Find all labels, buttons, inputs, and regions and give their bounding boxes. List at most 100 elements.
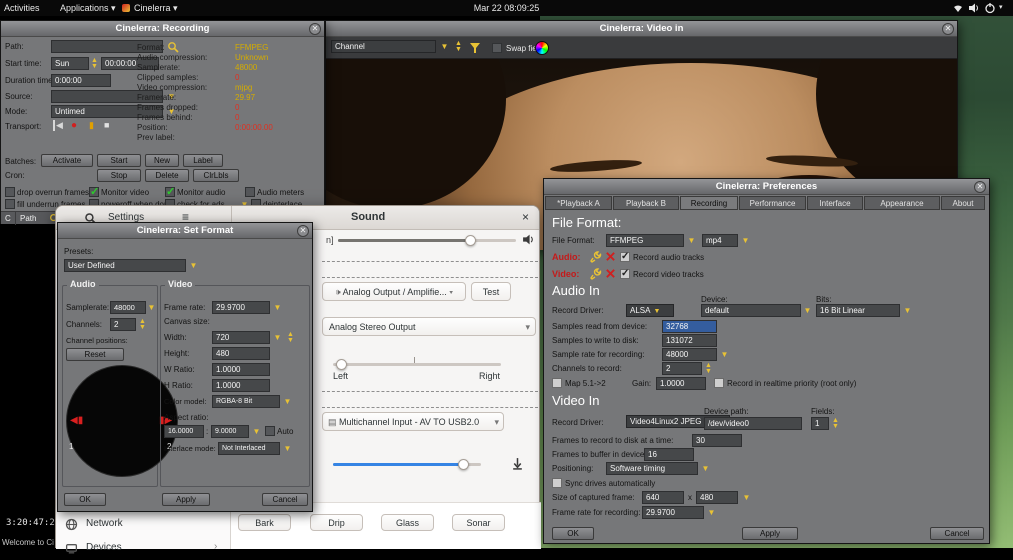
preferences-close-icon[interactable]: ✕ — [974, 181, 986, 193]
alert-sound-drip-button[interactable]: Drip — [310, 514, 363, 531]
bits-down-arrow-icon[interactable]: ▼ — [902, 304, 913, 317]
positioning-input[interactable]: Software timing — [606, 462, 698, 475]
color-wheel-icon[interactable] — [535, 41, 549, 55]
test-speakers-button[interactable]: Test — [471, 282, 511, 301]
start-day-stepper-icon[interactable]: ▲▼ — [90, 58, 99, 70]
tab-about[interactable]: About — [941, 196, 985, 210]
aspect-w-input[interactable]: 16.0000 — [164, 425, 204, 438]
samplerate-down-arrow-icon[interactable]: ▼ — [719, 348, 730, 361]
channel-stepper-icon[interactable]: ▲▼ — [454, 41, 463, 53]
apply-button[interactable]: Apply — [162, 493, 210, 506]
start-day-combo[interactable]: Sun — [51, 57, 89, 70]
activities-button[interactable]: Activities — [4, 0, 40, 16]
tab-interface[interactable]: Interface — [807, 196, 863, 210]
input-level-knob[interactable] — [458, 459, 469, 470]
alert-sound-glass-button[interactable]: Glass — [381, 514, 434, 531]
width-swap-icon[interactable]: ▲▼ — [286, 332, 295, 344]
device-down-arrow-icon[interactable]: ▼ — [802, 304, 813, 317]
size-down-arrow-icon[interactable]: ▼ — [741, 491, 752, 504]
samples-write-input[interactable]: 131072 — [662, 334, 717, 347]
frames-buffer-input[interactable]: 16 — [644, 448, 694, 461]
stop-button[interactable]: Stop — [97, 169, 141, 182]
colormodel-down-arrow-icon[interactable]: ▼ — [282, 395, 293, 408]
samplerate-input[interactable]: 48000 — [110, 301, 146, 314]
balance-track[interactable] — [333, 363, 501, 366]
clrlbls-button[interactable]: ClrLbls — [193, 169, 239, 182]
cinelerra-app-menu[interactable]: Cinelerra ▾ — [134, 0, 178, 16]
input-device-dropdown[interactable]: ▤ Multichannel Input - AV TO USB2.0 ▾ — [322, 412, 504, 431]
alert-sound-bark-button[interactable]: Bark — [238, 514, 291, 531]
audio-remove-icon[interactable] — [605, 251, 616, 262]
swap-fields-checkbox[interactable] — [492, 43, 502, 53]
monitor-audio-checkbox[interactable] — [165, 187, 175, 197]
width-down-arrow-icon[interactable]: ▼ — [272, 331, 283, 344]
path-search-icon[interactable] — [167, 41, 179, 53]
network-status-icon[interactable] — [952, 2, 964, 14]
channels-record-input[interactable]: 2 — [662, 362, 702, 375]
system-volume-knob[interactable] — [465, 235, 476, 246]
samples-read-input[interactable]: 32768 — [662, 320, 717, 333]
settings-close-icon[interactable]: × — [522, 210, 529, 224]
channel-1-speaker-icon[interactable]: ◀▮ — [70, 416, 83, 426]
file-format-down-arrow-icon[interactable]: ▼ — [686, 234, 697, 247]
transport-stop-icon[interactable]: ■ — [104, 120, 109, 131]
fields-input[interactable]: 1 — [811, 417, 829, 430]
audio-driver-combo[interactable]: ALSA▼ — [626, 304, 674, 317]
realtime-checkbox[interactable] — [714, 378, 724, 388]
sidebar-item-devices[interactable]: Devices › — [56, 538, 231, 560]
fields-stepper-icon[interactable]: ▲▼ — [831, 418, 840, 430]
audio-meters-checkbox[interactable] — [245, 187, 255, 197]
delete-button[interactable]: Delete — [145, 169, 189, 182]
duration-input[interactable]: 0:00:00 — [51, 74, 111, 87]
samplerate-record-input[interactable]: 48000 — [662, 348, 717, 361]
width-input[interactable]: 720 — [212, 331, 270, 344]
map51-checkbox[interactable] — [552, 378, 562, 388]
apply-button[interactable]: Apply — [742, 527, 798, 540]
reset-button[interactable]: Reset — [66, 348, 124, 361]
drop-overrun-checkbox[interactable] — [5, 187, 15, 197]
transport-pause-icon[interactable]: ▮ — [89, 120, 94, 131]
monitor-video-checkbox[interactable] — [89, 187, 99, 197]
applications-menu[interactable]: Applications ▾ — [60, 0, 116, 16]
samplerate-down-arrow-icon[interactable]: ▼ — [146, 301, 157, 314]
record-video-checkbox[interactable] — [620, 269, 630, 279]
preferences-titlebar[interactable]: Cinelerra: Preferences — [544, 179, 989, 195]
aspect-down-arrow-icon[interactable]: ▼ — [251, 425, 262, 438]
size-height-input[interactable]: 480 — [696, 491, 738, 504]
framerate-down-arrow-icon[interactable]: ▼ — [272, 301, 283, 314]
wratio-input[interactable]: 1.0000 — [212, 363, 270, 376]
column-c[interactable]: C — [5, 214, 11, 223]
hratio-input[interactable]: 1.0000 — [212, 379, 270, 392]
sync-drives-checkbox[interactable] — [552, 478, 562, 488]
alert-sound-sonar-button[interactable]: Sonar — [452, 514, 505, 531]
ok-button[interactable]: OK — [552, 527, 594, 540]
presets-down-arrow-icon[interactable]: ▼ — [188, 259, 199, 272]
recording-close-icon[interactable]: ✕ — [309, 23, 321, 35]
tab-playback-b[interactable]: Playback B — [613, 196, 679, 210]
set-format-titlebar[interactable]: Cinelerra: Set Format — [58, 223, 312, 239]
fps-down-arrow-icon[interactable]: ▼ — [706, 506, 717, 519]
sidebar-item-network[interactable]: Network — [56, 514, 231, 536]
cancel-button[interactable]: Cancel — [262, 493, 308, 506]
presets-combo[interactable]: User Defined — [64, 259, 186, 272]
volume-status-icon[interactable] — [968, 2, 980, 14]
frames-disk-input[interactable]: 30 — [692, 434, 742, 447]
audio-wrench-icon[interactable] — [590, 251, 602, 263]
fps-record-input[interactable]: 29.9700 — [642, 506, 704, 519]
interlace-input[interactable]: Not Interlaced — [218, 442, 280, 455]
cancel-button[interactable]: Cancel — [930, 527, 984, 540]
channel-combo[interactable]: Channel — [331, 40, 436, 53]
framerate-input[interactable]: 29.9700 — [212, 301, 270, 314]
tab-recording[interactable]: Recording — [680, 196, 738, 210]
tab-appearance[interactable]: Appearance — [864, 196, 940, 210]
transport-rewind-icon[interactable]: ◀ — [53, 120, 63, 131]
video-wrench-icon[interactable] — [590, 268, 602, 280]
column-path[interactable]: Path — [20, 214, 36, 223]
video-in-close-icon[interactable]: ✕ — [942, 23, 954, 35]
file-format-input[interactable]: FFMPEG — [606, 234, 684, 247]
channels-stepper-icon[interactable]: ▲▼ — [138, 319, 147, 331]
activate-button[interactable]: Activate — [41, 154, 93, 167]
device-path-input[interactable]: /dev/video0 — [704, 417, 802, 430]
tab-performance[interactable]: Performance — [739, 196, 806, 210]
interlace-down-arrow-icon[interactable]: ▼ — [282, 442, 293, 455]
